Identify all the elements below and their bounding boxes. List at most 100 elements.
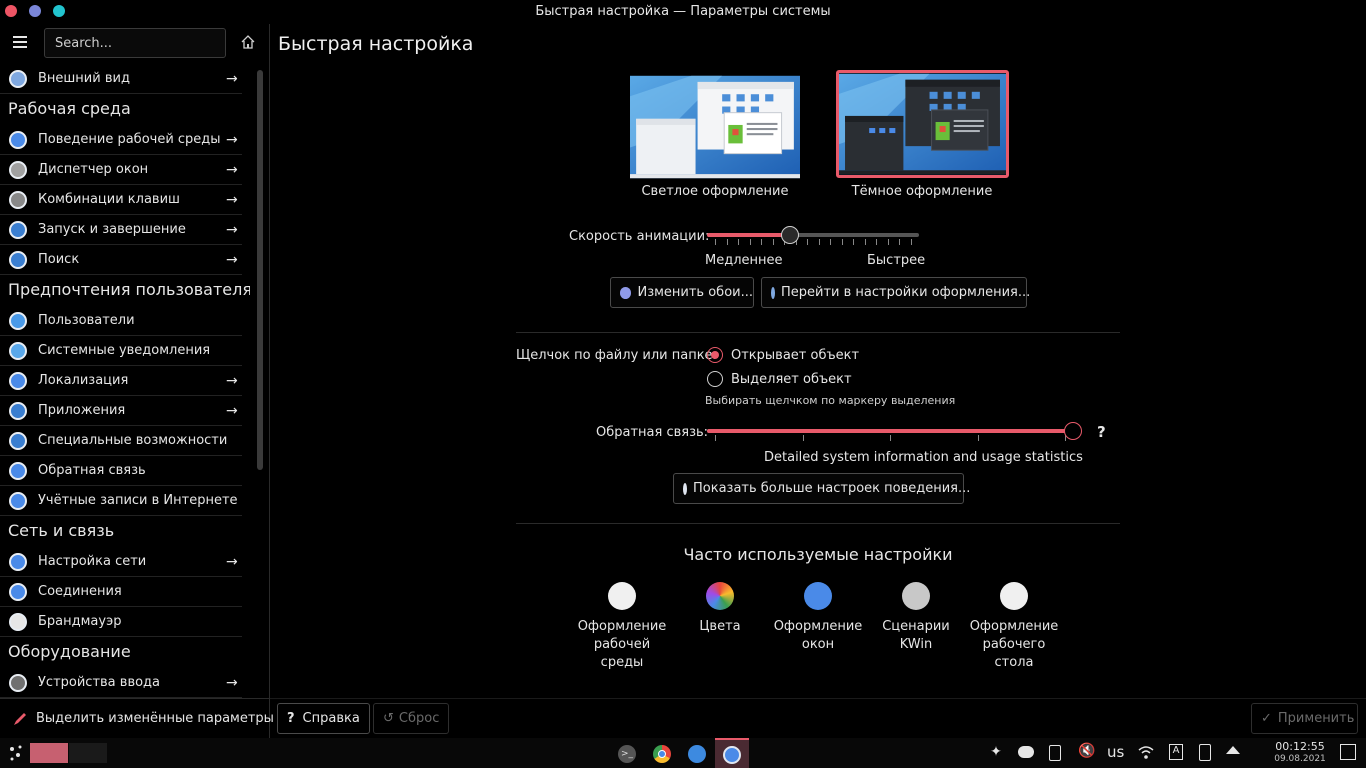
virtual-desktop-2[interactable] xyxy=(69,743,107,763)
dark-theme-preview[interactable] xyxy=(836,70,1009,178)
sidebar-item[interactable]: Внешний вид → xyxy=(0,64,242,94)
sidebar-item[interactable]: Комбинации клавиш → xyxy=(0,185,242,215)
sidebar-list: Внешний вид → Рабочая среда Поведение рабоч… xyxy=(0,64,250,698)
dark-theme-label: Тёмное оформление xyxy=(851,184,993,199)
reset-button[interactable]: ↺ Сброс xyxy=(373,703,450,734)
frequent-setting-item[interactable]: Оформление рабочей среды xyxy=(572,582,672,672)
keyboard-layout-indicator[interactable]: us xyxy=(1107,743,1124,767)
volume-muted-icon[interactable]: 🔇 xyxy=(1078,743,1096,761)
slider-tick xyxy=(911,239,912,245)
animation-track-fill xyxy=(707,233,790,237)
appearance-settings-button[interactable]: Перейти в настройки оформления... xyxy=(761,277,1031,308)
sidebar-item[interactable]: Приложения → xyxy=(0,396,242,426)
feedback-track-fill xyxy=(707,429,1073,433)
cloud-tray-icon[interactable] xyxy=(1018,746,1034,758)
help-button[interactable]: ? Справка xyxy=(277,703,370,734)
sidebar-item-label: Обратная связь xyxy=(38,463,146,478)
sidebar-item[interactable]: Системные уведомления xyxy=(0,336,242,366)
light-theme-preview[interactable] xyxy=(630,73,800,181)
battery-icon[interactable] xyxy=(1199,744,1211,761)
divider-2 xyxy=(516,523,1120,524)
sidebar-item-label: Запуск и завершение xyxy=(38,222,186,237)
sidebar-scrollbar[interactable] xyxy=(257,70,263,470)
virtual-desktop-1[interactable] xyxy=(30,743,68,763)
slider-tick xyxy=(807,239,808,245)
slider-tick xyxy=(888,239,889,245)
slider-tick xyxy=(803,435,804,441)
users-icon xyxy=(9,312,27,330)
sidebar-item-label: Комбинации клавиш xyxy=(38,192,180,207)
clipboard-tray-icon[interactable] xyxy=(1049,745,1061,761)
feedback-description: Detailed system information and usage st… xyxy=(764,450,1083,465)
help-icon: ? xyxy=(287,711,295,726)
sidebar-category: Оборудование xyxy=(8,642,131,661)
hamburger-menu-icon[interactable] xyxy=(13,36,27,48)
sidebar-item[interactable]: Поведение рабочей среды → xyxy=(0,125,242,155)
sidebar-item[interactable]: Запуск и завершение → xyxy=(0,215,242,245)
appearance-settings-label: Перейти в настройки оформления... xyxy=(781,285,1031,300)
more-behavior-button[interactable]: Показать больше настроек поведения... xyxy=(673,473,970,504)
frequent-setting-item[interactable]: Цвета xyxy=(670,582,770,636)
app-launcher-icon[interactable] xyxy=(6,741,26,765)
animation-slider-handle[interactable] xyxy=(781,226,799,244)
open-object-label[interactable]: Открывает объект xyxy=(731,348,859,363)
feedback-slider-handle[interactable] xyxy=(1064,422,1082,440)
clock[interactable]: 00:12:55 09.08.2021 xyxy=(1270,741,1330,765)
show-desktop-button[interactable] xyxy=(1340,744,1356,760)
slider-tick xyxy=(761,239,762,245)
slider-tick xyxy=(830,239,831,245)
keyboard-icon xyxy=(9,191,27,209)
frequent-setting-item[interactable]: Оформление рабочего стола xyxy=(964,582,1064,672)
sidebar-item[interactable]: Обратная связь xyxy=(0,456,242,486)
online-accounts-icon xyxy=(9,492,27,510)
radio-open-object[interactable] xyxy=(707,347,723,363)
feedback-help-button[interactable]: ? xyxy=(1097,423,1106,441)
change-wallpaper-button[interactable]: Изменить обои... xyxy=(610,277,754,308)
sidebar-item[interactable]: Брандмауэр xyxy=(0,607,242,637)
search-input[interactable] xyxy=(44,28,226,58)
startup-icon xyxy=(9,221,27,239)
dark-theme-image xyxy=(839,73,1006,175)
select-hint: Выбирать щелчком по маркеру выделения xyxy=(705,394,956,407)
terminal-icon[interactable]: >_ xyxy=(618,745,636,763)
notifications-tray-icon[interactable]: ✦ xyxy=(988,744,1004,760)
frequent-setting-item[interactable]: Сценарии KWin xyxy=(866,582,966,654)
sidebar-item-label: Устройства ввода xyxy=(38,675,161,690)
apply-icon: ✓ xyxy=(1261,711,1272,726)
sidebar-item[interactable]: Специальные возможности xyxy=(0,426,242,456)
sidebar-item-label: Учётные записи в Интернете xyxy=(38,493,238,508)
sidebar-item-label: Диспетчер окон xyxy=(38,162,149,177)
sidebar-item[interactable]: Соединения xyxy=(0,577,242,607)
chrome-icon[interactable] xyxy=(653,745,671,763)
sidebar-item[interactable]: Пользователи xyxy=(0,306,242,336)
sidebar-item[interactable]: Поиск → xyxy=(0,245,242,275)
sidebar-item[interactable]: Диспетчер окон → xyxy=(0,155,242,185)
feedback-label: Обратная связь: xyxy=(596,425,709,440)
sidebar-item-label: Поведение рабочей среды xyxy=(38,132,221,147)
file-manager-icon[interactable] xyxy=(688,745,706,763)
sidebar-item-label: Соединения xyxy=(38,584,122,599)
system-settings-task[interactable] xyxy=(715,738,749,768)
animation-slow-label: Медленнее xyxy=(705,253,783,268)
notifications-icon xyxy=(9,342,27,360)
sidebar-item[interactable]: Устройства ввода → xyxy=(0,668,242,698)
frequent-setting-label: Оформление рабочего стола xyxy=(969,619,1059,670)
home-icon[interactable] xyxy=(240,34,256,50)
select-object-label[interactable]: Выделяет объект xyxy=(731,372,852,387)
apply-button[interactable]: ✓ Применить xyxy=(1251,703,1358,734)
expand-tray-icon[interactable] xyxy=(1226,746,1240,754)
wifi-icon[interactable] xyxy=(1137,743,1155,761)
sidebar-item-label: Поиск xyxy=(38,252,80,267)
slider-tick xyxy=(899,239,900,245)
sidebar-item[interactable]: Настройка сети → xyxy=(0,547,242,577)
radio-select-object[interactable] xyxy=(707,371,723,387)
wallpaper-icon xyxy=(620,286,632,299)
input-method-icon[interactable]: A xyxy=(1169,744,1183,760)
animation-fast-label: Быстрее xyxy=(867,253,926,268)
sidebar-item[interactable]: Локализация → xyxy=(0,366,242,396)
slider-tick xyxy=(715,239,716,245)
sidebar-item[interactable]: Учётные записи в Интернете xyxy=(0,486,242,516)
highlight-changed-settings[interactable]: Выделить изменённые параметры xyxy=(0,698,274,738)
arrow-right-icon: → xyxy=(226,252,238,268)
frequent-setting-item[interactable]: Оформление окон xyxy=(768,582,868,654)
